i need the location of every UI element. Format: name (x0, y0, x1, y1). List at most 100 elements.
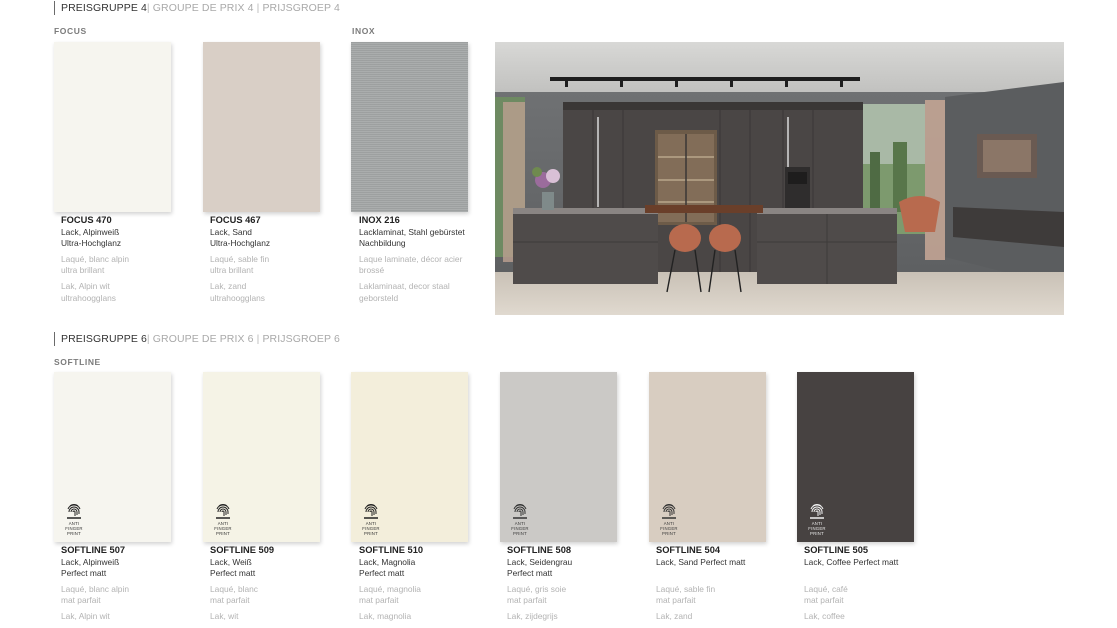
product-desc-fr: mat parfait (210, 595, 250, 606)
product-desc-fr: Laqué, blanc alpin (61, 583, 129, 594)
product-caption: SOFTLINE 509 Lack, Weiß Perfect matt Laq… (210, 545, 338, 623)
line-label-focus: FOCUS (54, 26, 87, 36)
kitchen-illustration (495, 42, 1064, 315)
fingerprint-icon (67, 504, 81, 519)
swatch-focus-470 (54, 42, 171, 212)
product-desc-fr: mat parfait (359, 595, 399, 606)
fingerprint-icon (364, 504, 378, 519)
anti-fingerprint-line3: PRINT (662, 531, 676, 536)
product-desc-nl: geborsteld (359, 292, 399, 303)
product-desc-fr: ultra brillant (210, 265, 254, 276)
product-desc-de: Lack, Magnolia (359, 556, 416, 567)
price-group-title-nl: PRIJSGROEP 6 (262, 333, 340, 345)
product-desc-fr: mat parfait (507, 595, 547, 606)
anti-fingerprint-line3: PRINT (216, 531, 230, 536)
product-desc-de: Lacklaminat, Stahl gebürstet (359, 226, 465, 237)
product-desc-de: Ultra-Hochglanz (61, 238, 122, 249)
product-caption: SOFTLINE 505 Lack, Coffee Perfect matt L… (804, 545, 944, 623)
swatch-softline-508: ANTI FINGER PRINT (500, 372, 617, 542)
product-desc-nl: Lak, zand (210, 280, 247, 291)
price-group-6-heading: PREISGRUPPE 6| GROUPE DE PRIX 6 | PRIJSG… (54, 332, 340, 346)
product-desc-de: Perfect matt (507, 568, 553, 579)
anti-fingerprint-badge: ANTI FINGER PRINT (507, 502, 533, 536)
swatch-softline-505: ANTI FINGER PRINT (797, 372, 914, 542)
product-desc-nl: ultrahoogglans (61, 292, 116, 303)
product-desc-nl: ultrahoogglans (210, 292, 265, 303)
product-desc-fr: Laqué, magnolia (359, 583, 421, 594)
price-group-title-fr: GROUPE DE PRIX 4 (152, 2, 254, 14)
product-desc-de: Ultra-Hochglanz (210, 238, 271, 249)
product-desc-de: Nachbildung (359, 238, 406, 249)
fingerprint-icon (810, 504, 824, 519)
line-label-softline: SOFTLINE (54, 357, 101, 367)
product-desc-de: Lack, Weiß (210, 556, 252, 567)
product-name: FOCUS 467 (210, 215, 261, 225)
product-desc-nl: Lak, wit (210, 610, 239, 621)
product-desc-nl: Laklaminaat, decor staal (359, 280, 450, 291)
price-group-title-fr: GROUPE DE PRIX 6 (152, 333, 254, 345)
product-name: SOFTLINE 509 (210, 545, 275, 555)
product-desc-de: Perfect matt (210, 568, 256, 579)
price-group-4-heading: PREISGRUPPE 4| GROUPE DE PRIX 4 | PRIJSG… (54, 1, 340, 15)
product-desc-nl: Lak, Alpin wit (61, 610, 110, 621)
product-desc-nl: Lak, Alpin wit (61, 280, 110, 291)
product-desc-fr: brossé (359, 265, 385, 276)
product-name: INOX 216 (359, 215, 400, 225)
anti-fingerprint-badge: ANTI FINGER PRINT (61, 502, 87, 536)
anti-fingerprint-line3: PRINT (364, 531, 378, 536)
product-desc-fr: Laqué, café (804, 583, 848, 594)
swatch-softline-509: ANTI FINGER PRINT (203, 372, 320, 542)
product-desc-fr: mat parfait (61, 595, 101, 606)
line-label-inox: INOX (352, 26, 376, 36)
fingerprint-icon (216, 504, 230, 519)
product-name: SOFTLINE 504 (656, 545, 721, 555)
product-desc-de: Perfect matt (61, 568, 107, 579)
fingerprint-icon (662, 504, 676, 519)
product-desc-fr: ultra brillant (61, 265, 105, 276)
anti-fingerprint-line3: PRINT (513, 531, 527, 536)
product-desc-fr: Laqué, sable fin (210, 253, 270, 264)
product-caption: SOFTLINE 507 Lack, Alpinweiß Perfect mat… (61, 545, 189, 623)
product-desc-fr: Laqué, blanc alpin (61, 253, 129, 264)
product-desc-fr: Laque laminate, décor acier (359, 253, 463, 264)
product-name: SOFTLINE 507 (61, 545, 126, 555)
product-desc-fr: Laqué, blanc (210, 583, 258, 594)
price-group-title: PREISGRUPPE 6 (61, 333, 147, 345)
anti-fingerprint-badge: ANTI FINGER PRINT (804, 502, 830, 536)
swatch-inox-216 (351, 42, 468, 212)
anti-fingerprint-badge: ANTI FINGER PRINT (358, 502, 384, 536)
product-desc-fr: mat parfait (804, 595, 844, 606)
product-desc-fr: mat parfait (656, 595, 696, 606)
fingerprint-icon (513, 504, 527, 519)
swatch-softline-510: ANTI FINGER PRINT (351, 372, 468, 542)
product-desc-nl: Lak, magnolia (359, 610, 412, 621)
swatch-softline-504: ANTI FINGER PRINT (649, 372, 766, 542)
product-desc-nl: Lak, zijdegrijs (507, 610, 558, 621)
kitchen-photo (495, 42, 1064, 315)
swatch-focus-467 (203, 42, 320, 212)
product-caption: FOCUS 470 Lack, Alpinweiß Ultra-Hochglan… (61, 215, 189, 304)
product-desc-de: Lack, Sand (210, 226, 252, 237)
anti-fingerprint-badge: ANTI FINGER PRINT (210, 502, 236, 536)
product-caption: SOFTLINE 504 Lack, Sand Perfect matt Laq… (656, 545, 791, 623)
product-desc-fr: Laqué, sable fin (656, 583, 716, 594)
anti-fingerprint-badge: ANTI FINGER PRINT (656, 502, 682, 536)
product-name: SOFTLINE 505 (804, 545, 869, 555)
anti-fingerprint-line3: PRINT (67, 531, 81, 536)
product-name: SOFTLINE 508 (507, 545, 572, 555)
product-desc-de: Lack, Alpinweiß (61, 226, 120, 237)
swatch-softline-507: ANTI FINGER PRINT (54, 372, 171, 542)
product-caption: FOCUS 467 Lack, Sand Ultra-Hochglanz Laq… (210, 215, 338, 304)
product-caption: SOFTLINE 510 Lack, Magnolia Perfect matt… (359, 545, 487, 623)
anti-fingerprint-line3: PRINT (810, 531, 824, 536)
product-desc-fr: Laqué, gris soie (507, 583, 567, 594)
price-group-title-nl: PRIJSGROEP 4 (262, 2, 340, 14)
product-desc-nl: Lak, zand (656, 610, 693, 621)
product-name: FOCUS 470 (61, 215, 112, 225)
product-desc-nl: Lak, coffee (804, 610, 845, 621)
price-group-title: PREISGRUPPE 4 (61, 2, 147, 14)
product-desc-de: Lack, Sand Perfect matt (656, 556, 746, 567)
product-desc-de: Lack, Seidengrau (507, 556, 573, 567)
product-desc-de: Perfect matt (359, 568, 405, 579)
product-name: SOFTLINE 510 (359, 545, 424, 555)
